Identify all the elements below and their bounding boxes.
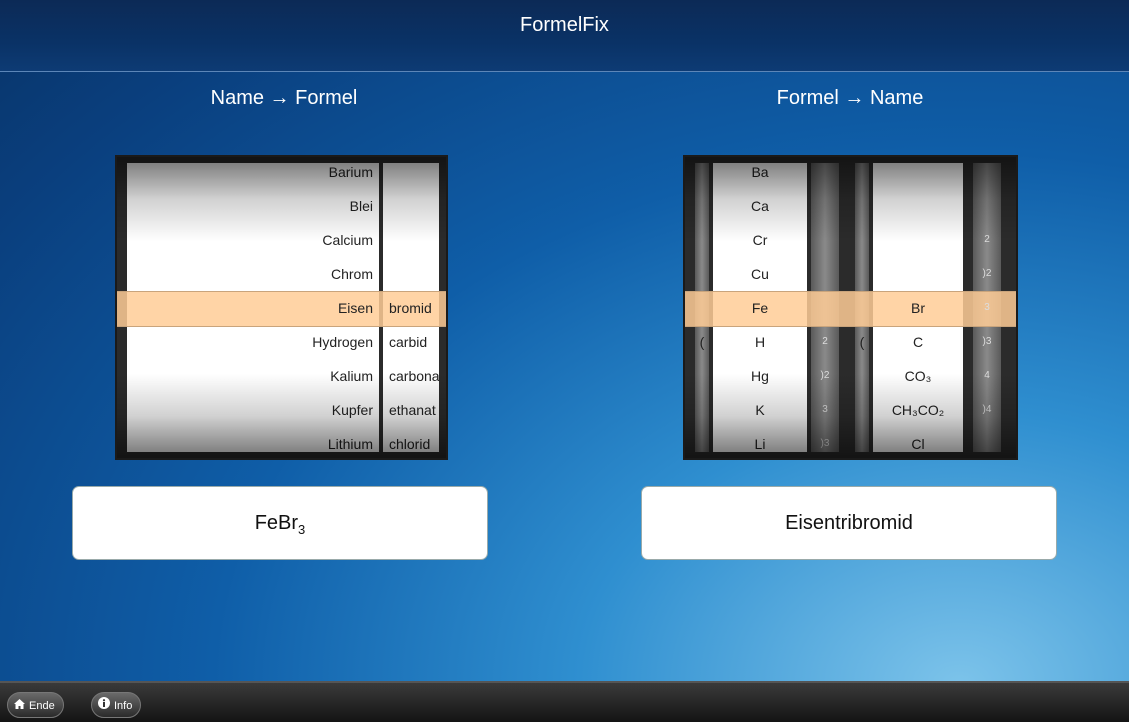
wheel-item[interactable]: Lithium (127, 427, 379, 452)
wheel-item[interactable] (855, 427, 869, 452)
app-title: FormelFix (520, 14, 609, 36)
info-icon (98, 693, 110, 719)
wheel-item[interactable]: 2 (811, 325, 839, 359)
wheel-item[interactable]: Ba (713, 163, 807, 189)
end-button[interactable]: Ende (7, 692, 64, 718)
wheel-item[interactable]: CH₃CO₂ (873, 393, 963, 427)
wheel-item[interactable]: )3 (973, 325, 1001, 359)
wheel-item[interactable]: Kupfer (127, 393, 379, 427)
info-button[interactable]: Info (91, 692, 142, 719)
wheel-item[interactable] (873, 163, 963, 189)
wheel-item[interactable]: CO₃ (873, 359, 963, 393)
element-symbol-wheel[interactable]: Ba Ca Cr Cu Fe H Hg K Li (713, 163, 807, 452)
wheel-item[interactable] (695, 291, 709, 325)
wheel-item[interactable]: K (713, 393, 807, 427)
wheel-item[interactable] (695, 393, 709, 427)
wheel-item[interactable] (811, 291, 839, 325)
wheel-item[interactable]: )4 (973, 393, 1001, 427)
wheel-item[interactable]: Li (713, 427, 807, 452)
wheel-item[interactable]: 3 (973, 291, 1001, 325)
wheel-item[interactable]: C (873, 325, 963, 359)
wheel-item[interactable]: Br (873, 291, 963, 325)
wheel-item[interactable] (695, 163, 709, 189)
wheel-item[interactable] (855, 163, 869, 189)
title-bar: FormelFix (0, 0, 1129, 72)
wheel-item[interactable]: Cl (873, 427, 963, 452)
wheel-item[interactable]: ( (695, 325, 709, 359)
wheel-item[interactable]: 4 (973, 359, 1001, 393)
wheel-item[interactable] (695, 257, 709, 291)
wheel-item[interactable] (695, 359, 709, 393)
wheel-item[interactable] (973, 427, 1001, 452)
wheel-item[interactable]: Blei (127, 189, 379, 223)
wheel-item[interactable] (811, 257, 839, 291)
wheel-item[interactable]: Fe (713, 291, 807, 325)
end-button-label: Ende (29, 700, 55, 713)
formula-subscript: 3 (298, 522, 306, 537)
bottom-toolbar: Ende Info (0, 681, 1129, 722)
formula-to-name-title: Formel → Name (776, 87, 924, 109)
wheel-item[interactable]: carbonat (383, 359, 439, 393)
wheel-item[interactable]: carbid (383, 325, 439, 359)
wheel-item[interactable] (855, 393, 869, 427)
wheel-item[interactable]: bromid (383, 291, 439, 325)
wheel-item[interactable] (811, 189, 839, 223)
index-wheel-1[interactable]: 2)2 3)3 (811, 163, 839, 452)
formula-result: FeBr3 (72, 486, 488, 560)
wheel-item[interactable]: 3 (811, 393, 839, 427)
wheel-item[interactable]: Calcium (127, 223, 379, 257)
wheel-item[interactable] (383, 163, 439, 189)
wheel-item[interactable] (811, 223, 839, 257)
wheel-item[interactable] (973, 163, 1001, 189)
wheel-item[interactable] (855, 291, 869, 325)
wheel-item[interactable] (383, 189, 439, 223)
formula-picker[interactable]: ( Ba Ca Cr Cu Fe H Hg K Li 2)2 3)3 ( Br C CO₃ CH₃CO₂… (683, 155, 1018, 460)
home-icon (14, 693, 25, 719)
name-to-formula-title: Name → Formel (210, 87, 358, 109)
wheel-item[interactable] (695, 189, 709, 223)
wheel-item[interactable]: H (713, 325, 807, 359)
wheel-item[interactable] (973, 189, 1001, 223)
wheel-item[interactable]: 2 (973, 223, 1001, 257)
wheel-item[interactable]: )3 (811, 427, 839, 452)
wheel-item[interactable] (873, 189, 963, 223)
wheel-item[interactable]: Kalium (127, 359, 379, 393)
wheel-item[interactable] (695, 223, 709, 257)
paren-wheel-1[interactable]: ( (695, 163, 709, 452)
info-button-label: Info (114, 700, 133, 713)
wheel-item[interactable]: Ca (713, 189, 807, 223)
wheel-item[interactable] (873, 223, 963, 257)
wheel-item[interactable] (855, 189, 869, 223)
wheel-item[interactable]: Hg (713, 359, 807, 393)
element-name-wheel[interactable]: Barium Blei Calcium Chrom Eisen Hydrogen Kaliu… (127, 163, 379, 452)
wheel-item[interactable]: )2 (811, 359, 839, 393)
anion-name-wheel[interactable]: bromid carbid carbonat ethanat chlorid (383, 163, 439, 452)
wheel-item[interactable]: Eisen (127, 291, 379, 325)
name-picker[interactable]: Barium Blei Calcium Chrom Eisen Hydrogen Kaliu… (115, 155, 448, 460)
wheel-item[interactable] (695, 427, 709, 452)
wheel-item[interactable] (383, 257, 439, 291)
wheel-item[interactable] (855, 359, 869, 393)
wheel-item[interactable]: ( (855, 325, 869, 359)
wheel-item[interactable]: Cr (713, 223, 807, 257)
index-wheel-2[interactable]: 2)2 3)3 4)4 (973, 163, 1001, 452)
wheel-item[interactable] (811, 163, 839, 189)
wheel-item[interactable]: Chrom (127, 257, 379, 291)
wheel-item[interactable] (873, 257, 963, 291)
wheel-item[interactable] (383, 223, 439, 257)
wheel-item[interactable]: )2 (973, 257, 1001, 291)
wheel-item[interactable] (855, 257, 869, 291)
name-result: Eisentribromid (641, 486, 1057, 560)
wheel-item[interactable]: ethanat (383, 393, 439, 427)
wheel-item[interactable]: Barium (127, 163, 379, 189)
anion-symbol-wheel[interactable]: Br C CO₃ CH₃CO₂ Cl (873, 163, 963, 452)
wheel-item[interactable]: chlorid (383, 427, 439, 452)
wheel-item[interactable] (855, 223, 869, 257)
wheel-item[interactable]: Cu (713, 257, 807, 291)
wheel-item[interactable]: Hydrogen (127, 325, 379, 359)
formula-symbol: FeBr (254, 512, 299, 534)
paren-wheel-2[interactable]: ( (855, 163, 869, 452)
